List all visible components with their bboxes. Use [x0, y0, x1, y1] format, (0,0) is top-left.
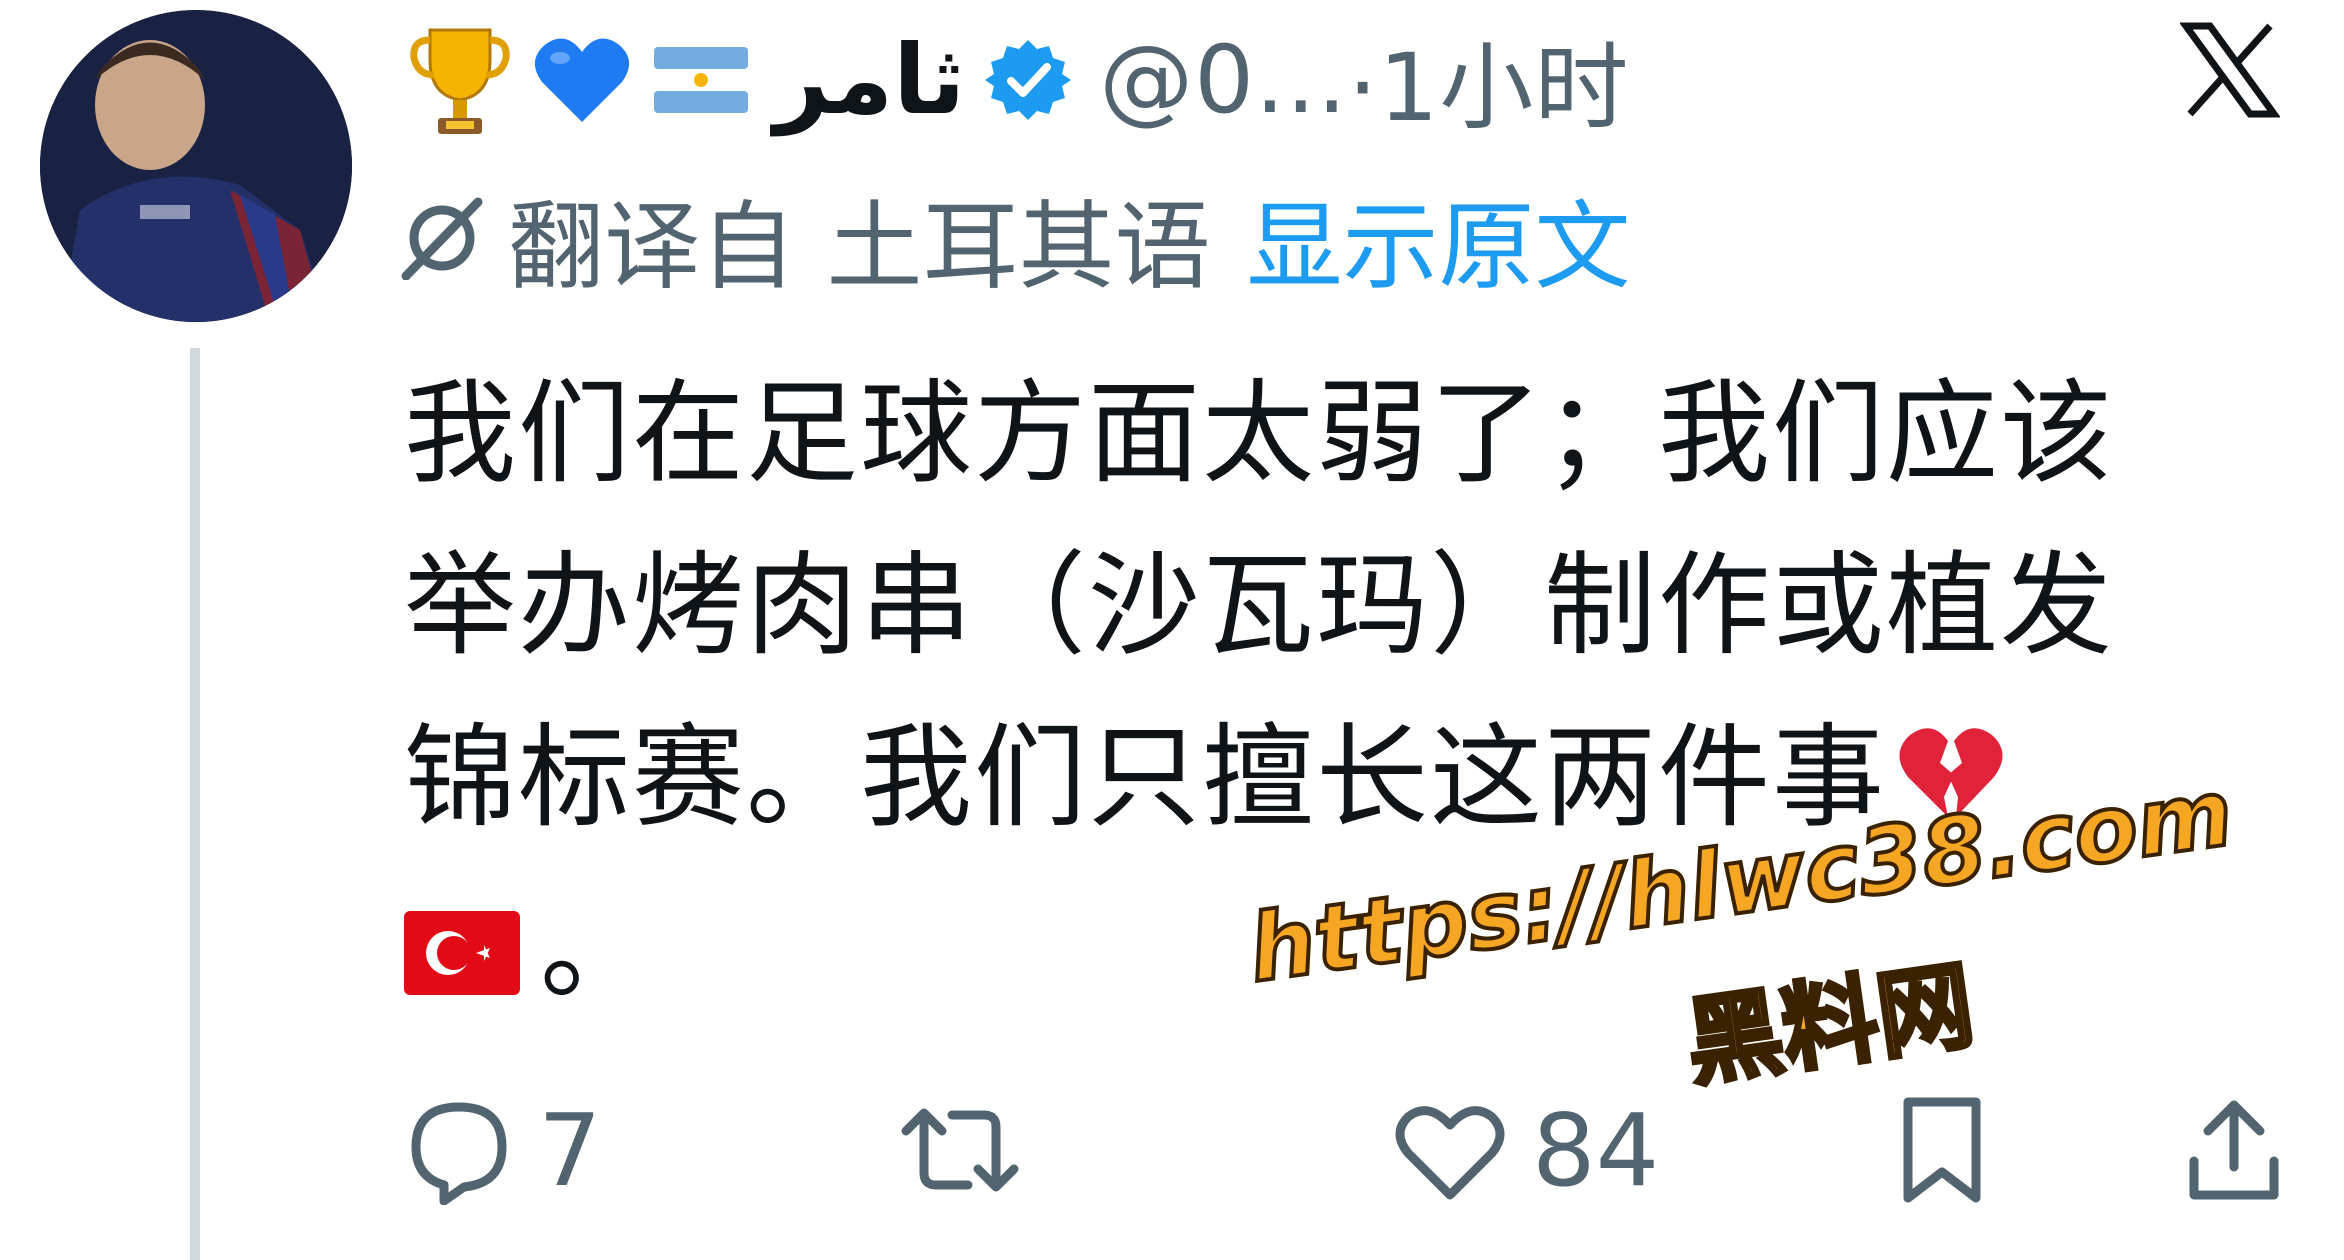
retweet-button[interactable] — [896, 1090, 1048, 1210]
tweet-text: 我们在足球方面太弱了；我们应该 举办烤肉串（沙瓦玛）制作或植发 锦标赛。我们只擅… — [404, 348, 2294, 1036]
tweet-header: ثامر @0... ·1小时 — [410, 0, 1629, 160]
turkey-flag-icon — [404, 871, 520, 1043]
verified-badge-icon — [985, 37, 1072, 123]
avatar-photo-icon — [40, 10, 352, 322]
tweet-text-line: 举办烤肉串（沙瓦玛）制作或植发 — [404, 541, 2114, 671]
tweet-text-line-text: 。 — [540, 885, 654, 1015]
action-bar: 7 84 — [404, 1090, 2294, 1210]
author-handle[interactable]: @0... — [1099, 26, 1347, 135]
reply-icon — [411, 1102, 507, 1205]
trophy-icon — [410, 20, 510, 140]
share-icon — [2189, 1100, 2279, 1200]
heart-icon — [1395, 1106, 1505, 1200]
retweet-icon — [901, 1108, 1019, 1192]
translated-from-label: 翻译自 土耳其语 — [508, 190, 1211, 303]
like-button[interactable]: 84 — [1392, 1090, 1659, 1210]
translation-bar: 翻译自 土耳其语 显示原文 — [400, 168, 1631, 308]
broken-heart-icon — [1896, 699, 2006, 871]
blue-heart-icon — [532, 30, 632, 130]
tweet-text-line: 我们在足球方面太弱了；我们应该 — [404, 369, 2114, 499]
thread-connector-line — [190, 348, 200, 1260]
x-logo-icon — [2179, 20, 2281, 120]
reply-count: 7 — [538, 1091, 602, 1209]
argentina-flag-icon — [654, 47, 748, 113]
tweet-text-line-text: 锦标赛。我们只擅长这两件事 — [404, 713, 1886, 843]
bookmark-icon — [1903, 1097, 1981, 1203]
author-avatar[interactable] — [40, 10, 352, 322]
bookmark-button[interactable] — [1894, 1090, 1990, 1210]
like-count: 84 — [1532, 1091, 1660, 1209]
reply-button[interactable]: 7 — [404, 1090, 602, 1210]
share-button[interactable] — [2184, 1090, 2284, 1210]
translate-icon — [400, 196, 484, 280]
show-original-link[interactable]: 显示原文 — [1247, 169, 1631, 308]
tweet-card: ثامر @0... ·1小时 翻译自 土耳其语 显示原文 我们在足球方面太弱了… — [0, 0, 2344, 1260]
author-name[interactable]: ثامر — [774, 24, 965, 136]
post-time[interactable]: ·1小时 — [1348, 12, 1630, 148]
tweet-text-line: 。 — [404, 864, 2294, 1036]
tweet-text-line: 锦标赛。我们只擅长这两件事 — [404, 692, 2294, 864]
